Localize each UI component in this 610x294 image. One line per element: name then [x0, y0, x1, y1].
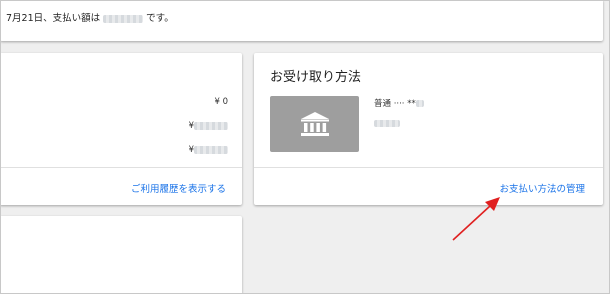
payout-method-title: お受け取り方法 — [270, 70, 362, 85]
bank-tile — [270, 96, 359, 152]
notice-text-before: 7月21日、支払い額は — [6, 13, 101, 24]
account-type: 普通 ···· ** — [374, 97, 424, 109]
payment-notice-card: 7月21日、支払い額は です。 — [0, 0, 603, 41]
amount-row: ¥ — [189, 145, 228, 169]
redacted-payment-amount — [103, 14, 144, 23]
card-divider — [254, 167, 603, 168]
redacted-amount — [194, 121, 228, 130]
account-number-suffix: ** — [407, 99, 416, 109]
view-history-link[interactable]: ご利用履歴を表示する — [131, 181, 226, 195]
redacted-account-holder — [374, 113, 400, 132]
amount-row: ¥ 0 — [189, 97, 228, 121]
redacted-amount — [194, 145, 228, 154]
lower-card — [0, 216, 242, 294]
redacted-account-digits — [415, 100, 424, 107]
amount-list: ¥ 0 ¥ ¥ — [189, 97, 228, 169]
balance-card: ¥ 0 ¥ ¥ ご利用履歴を表示する — [0, 53, 242, 205]
notice-text-after: です。 — [146, 13, 174, 24]
bank-building-icon — [300, 112, 329, 136]
card-divider — [0, 167, 242, 168]
redacted-account-holder-text — [374, 120, 400, 127]
manage-payment-methods-link[interactable]: お支払い方法の管理 — [499, 181, 585, 195]
amount-value: 0 — [222, 97, 228, 107]
payment-notice-text: 7月21日、支払い額は です。 — [6, 10, 174, 24]
amount-row: ¥ — [189, 121, 228, 145]
annotation-arrow-icon — [452, 197, 500, 241]
payout-method-card: お受け取り方法 普通 ···· ** お支払い方法の管理 — [254, 53, 603, 205]
account-type-label: 普通 ···· — [374, 99, 405, 109]
amount-currency: ¥ — [214, 97, 220, 107]
